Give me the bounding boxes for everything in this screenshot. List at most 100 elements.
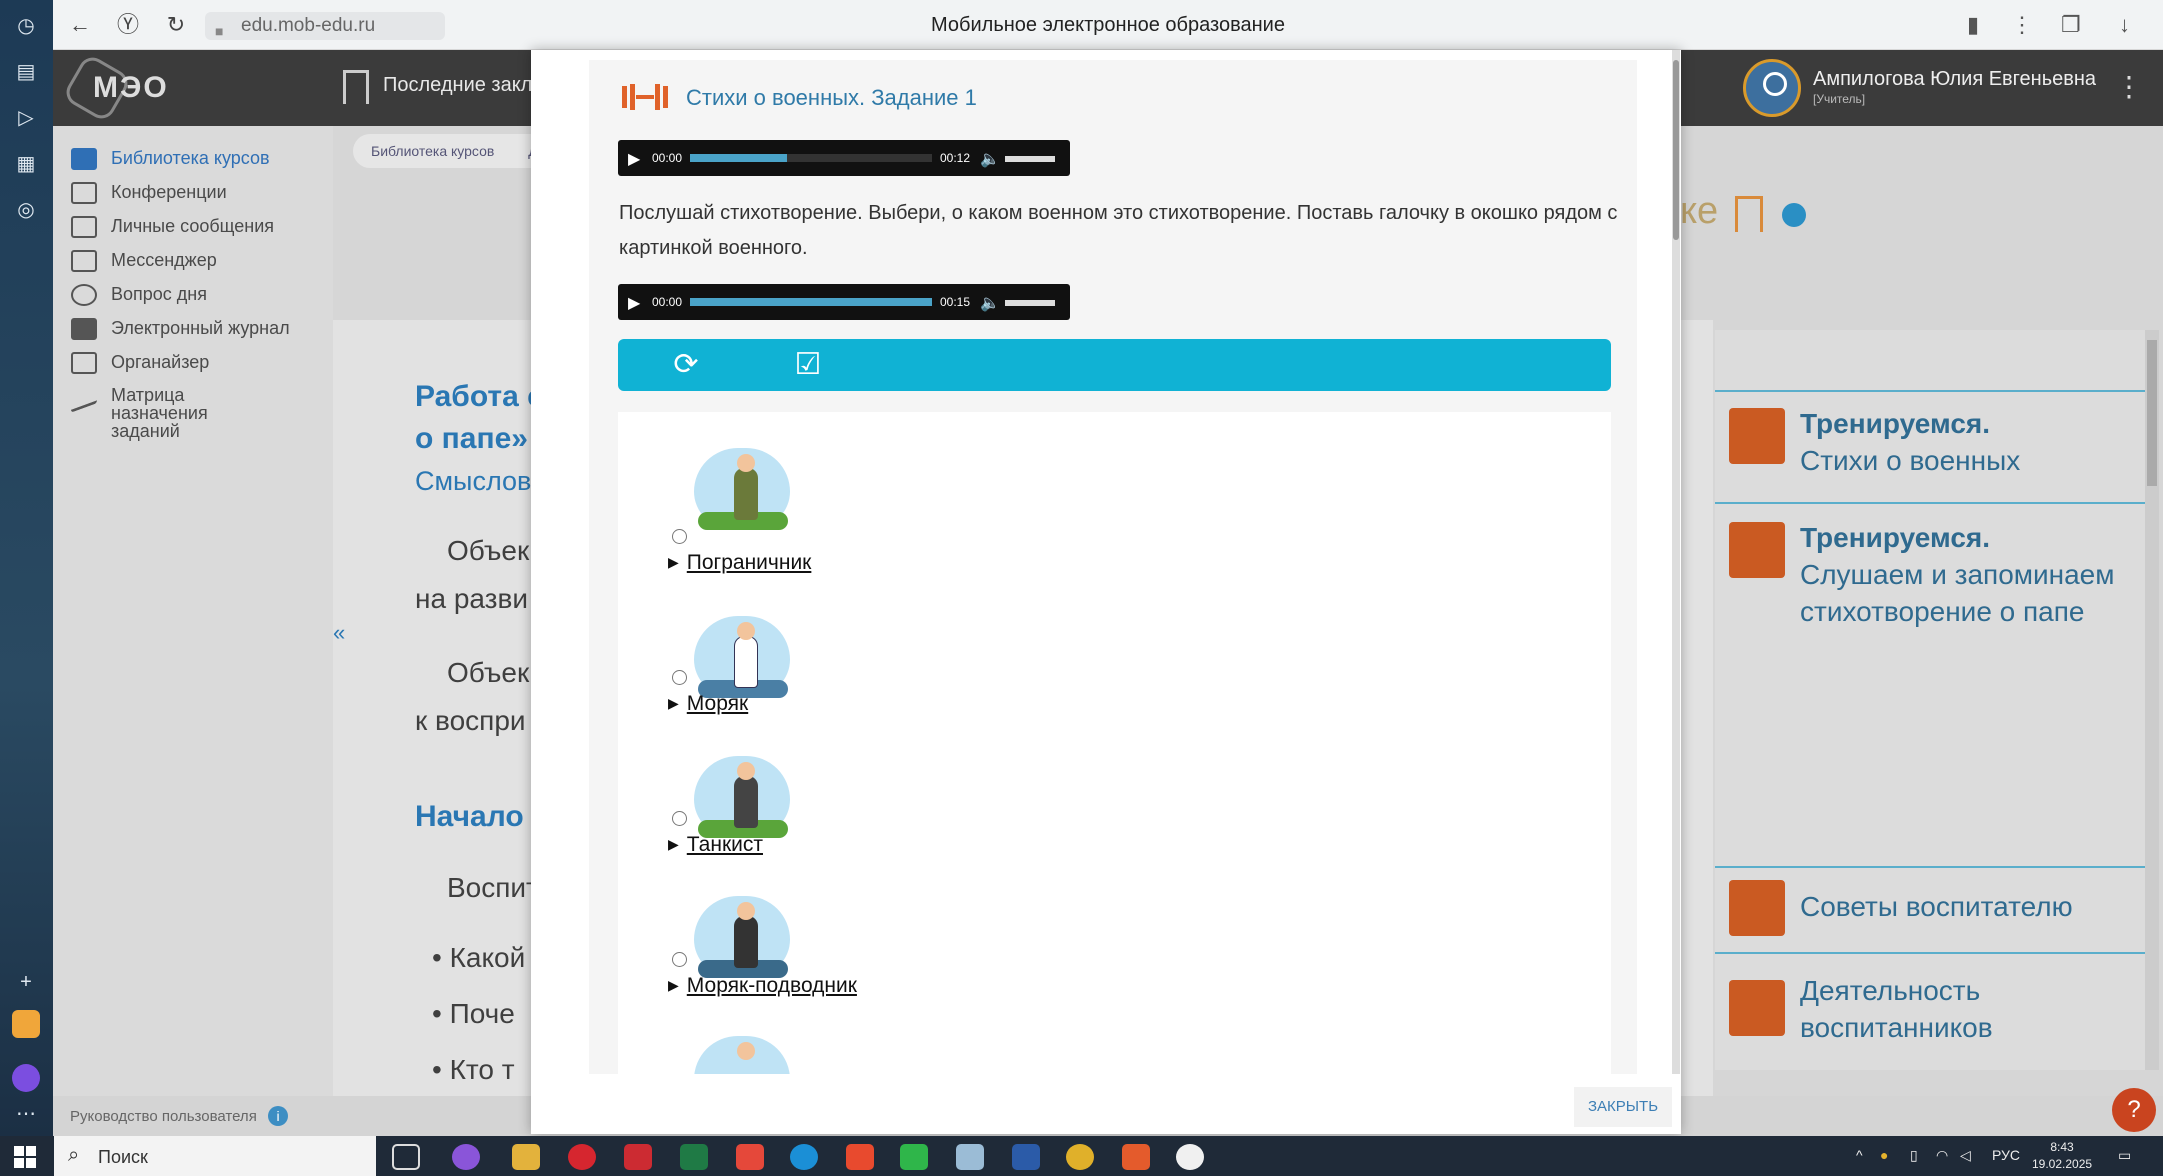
- sidebar-item-journal[interactable]: Электронный журнал: [71, 318, 290, 346]
- reset-icon[interactable]: ⟳: [668, 347, 704, 383]
- assistant-app-icon[interactable]: [452, 1144, 480, 1170]
- chrome-icon[interactable]: [1066, 1144, 1094, 1170]
- check-icon[interactable]: ☑: [790, 347, 826, 383]
- taskbar-search[interactable]: ⌕ Поиск: [54, 1136, 376, 1176]
- audio-progress-track[interactable]: [690, 298, 932, 306]
- option-label[interactable]: ▶ Моряк-подводник: [668, 974, 857, 998]
- lesson-heading-line1: Работа с: [415, 380, 544, 413]
- mail-app-icon[interactable]: [12, 1010, 40, 1038]
- shield-app-icon[interactable]: [900, 1144, 928, 1170]
- file-explorer-icon[interactable]: [512, 1144, 540, 1170]
- menu-dots-icon[interactable]: ⋮: [2011, 12, 2033, 38]
- expand-triangle-icon[interactable]: ▶: [668, 977, 679, 993]
- option-label[interactable]: ▶ Танкист: [668, 833, 763, 857]
- user-role: [Учитель]: [1813, 92, 1866, 106]
- word-icon[interactable]: [1012, 1144, 1040, 1170]
- right-card-training-2[interactable]: Тренируемся. Слушаем и запоминаем стихот…: [1715, 502, 2145, 642]
- audio-progress-fill: [690, 298, 932, 306]
- course-info-icon[interactable]: [1782, 203, 1806, 227]
- collapse-sidebar-button[interactable]: «: [333, 620, 351, 660]
- volume-icon[interactable]: 🔈: [980, 149, 1000, 169]
- speaker-icon[interactable]: ◁: [1960, 1147, 1971, 1164]
- bookmark-icon[interactable]: ▮: [1967, 12, 1979, 38]
- book-icon: [71, 148, 97, 170]
- right-card-activity[interactable]: Деятельность воспитанников: [1715, 952, 2145, 1070]
- dumbbell-icon: [1729, 522, 1785, 578]
- header-menu-icon[interactable]: ⋮: [2115, 70, 2143, 103]
- sidebar-item-matrix[interactable]: Матрица назначения заданий: [71, 381, 271, 440]
- user-name[interactable]: Ампилогова Юлия Евгеньевна: [1813, 68, 2096, 91]
- opera-icon[interactable]: [568, 1144, 596, 1170]
- close-button[interactable]: ЗАКРЫТЬ: [1574, 1087, 1672, 1127]
- site-logo[interactable]: МЭО: [61, 52, 181, 124]
- play-icon[interactable]: ▶: [628, 149, 640, 169]
- collections-icon[interactable]: ▤: [12, 58, 40, 86]
- bullet-item: • Кто т: [432, 1054, 515, 1085]
- battery-icon[interactable]: ▯: [1910, 1147, 1918, 1164]
- play-icon[interactable]: ▶: [628, 293, 640, 313]
- history-icon[interactable]: ◷: [12, 12, 40, 40]
- course-bookmark-icon[interactable]: [1735, 196, 1763, 232]
- calendar-icon[interactable]: ▦: [12, 150, 40, 178]
- help-button[interactable]: ?: [2112, 1088, 2156, 1132]
- download-icon[interactable]: ↓: [2119, 12, 2130, 38]
- more-icon[interactable]: ⋯: [12, 1100, 40, 1128]
- recent-bookmarks-icon[interactable]: [343, 70, 369, 104]
- sidebar-item-messenger[interactable]: Мессенджер: [71, 250, 217, 278]
- option-radio[interactable]: [672, 811, 687, 826]
- excel-icon[interactable]: [680, 1144, 708, 1170]
- right-card-training-1[interactable]: Тренируемся. Стихи о военных: [1715, 390, 2145, 490]
- audio-player-2[interactable]: ▶ 00:00 00:15 🔈: [618, 284, 1070, 320]
- assistant-icon[interactable]: [12, 1064, 40, 1092]
- sidebar-item-organizer[interactable]: Органайзер: [71, 352, 209, 380]
- add-icon[interactable]: +: [12, 968, 40, 996]
- option-label[interactable]: ▶ Пограничник: [668, 551, 811, 575]
- recent-bookmarks-label[interactable]: Последние закла: [383, 74, 543, 97]
- info-icon[interactable]: i: [268, 1106, 288, 1126]
- windows-start-icon[interactable]: [14, 1146, 36, 1168]
- expand-triangle-icon[interactable]: ▶: [668, 836, 679, 852]
- app-red-icon[interactable]: [624, 1144, 652, 1170]
- tabs-icon[interactable]: ❐: [2061, 12, 2081, 38]
- modal-scroll-thumb[interactable]: [1673, 60, 1679, 240]
- tray-chevron-icon[interactable]: ^: [1856, 1147, 1863, 1163]
- expand-triangle-icon[interactable]: ▶: [668, 695, 679, 711]
- yandex-app-icon[interactable]: [846, 1144, 874, 1170]
- audio-progress-track[interactable]: [690, 154, 932, 162]
- volume-slider[interactable]: [1005, 300, 1055, 306]
- edge-icon[interactable]: [790, 1144, 818, 1170]
- breadcrumb-item[interactable]: Библиотека курсов: [371, 143, 494, 159]
- wifi-icon[interactable]: ◠: [1936, 1147, 1948, 1164]
- sidebar-item-conferences[interactable]: Конференции: [71, 182, 227, 210]
- yandex-browser-icon[interactable]: [1176, 1144, 1204, 1170]
- right-panel-scroll-thumb[interactable]: [2147, 340, 2157, 486]
- camera-icon[interactable]: ◎: [12, 196, 40, 224]
- sidebar-item-question[interactable]: Вопрос дня: [71, 284, 207, 312]
- calendar-icon: [71, 352, 97, 374]
- task-view-icon[interactable]: [392, 1144, 420, 1170]
- video-icon: [71, 182, 97, 204]
- language-indicator[interactable]: РУС: [1992, 1147, 2020, 1163]
- tray-app-icon[interactable]: ●: [1880, 1147, 1888, 1163]
- monitor-app-icon[interactable]: [956, 1144, 984, 1170]
- audio-player-1[interactable]: ▶ 00:00 00:12 🔈: [618, 140, 1070, 176]
- notifications-icon[interactable]: ▭: [2118, 1147, 2131, 1164]
- play-icon[interactable]: ▷: [12, 104, 40, 132]
- option-label[interactable]: ▶ Моряк: [668, 692, 748, 716]
- option-radio[interactable]: [672, 529, 687, 544]
- system-clock[interactable]: 8:43 19.02.2025: [2032, 1139, 2092, 1173]
- brave-icon[interactable]: [1122, 1144, 1150, 1170]
- sidebar-item-messages[interactable]: Личные сообщения: [71, 216, 274, 244]
- tips-icon: [1729, 880, 1785, 936]
- lesson-paragraph: на разви: [415, 583, 528, 614]
- option-radio[interactable]: [672, 952, 687, 967]
- volume-icon[interactable]: 🔈: [980, 293, 1000, 313]
- sidebar-item-library[interactable]: Библиотека курсов: [71, 148, 270, 176]
- option-radio[interactable]: [672, 670, 687, 685]
- user-avatar[interactable]: [1743, 59, 1801, 117]
- expand-triangle-icon[interactable]: ▶: [668, 554, 679, 570]
- volume-slider[interactable]: [1005, 156, 1055, 162]
- right-card-tips[interactable]: Советы воспитателю: [1715, 866, 2145, 952]
- app-orange-icon[interactable]: [736, 1144, 764, 1170]
- user-guide-link[interactable]: Руководство пользователя: [70, 1108, 257, 1125]
